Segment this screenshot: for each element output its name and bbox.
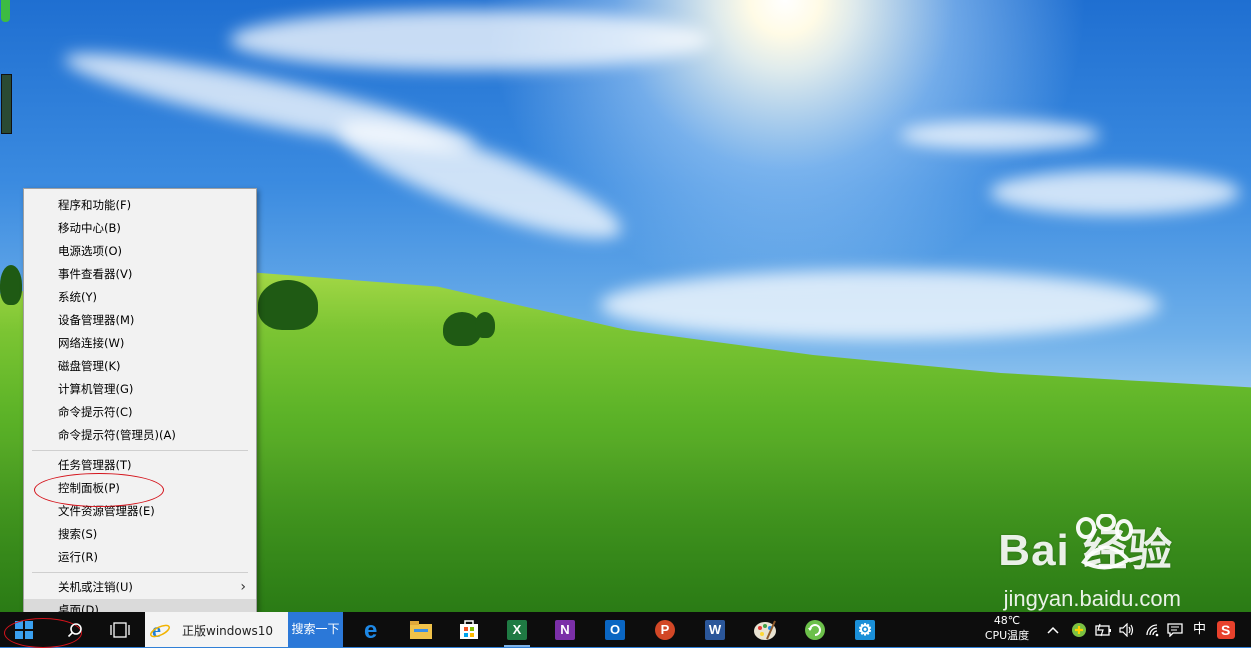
menu-item-run[interactable]: 运行(R): [24, 546, 256, 569]
tree: [475, 312, 495, 338]
cloud: [990, 170, 1240, 215]
menu-item-power-options[interactable]: 电源选项(O): [24, 240, 256, 263]
taskbar-store[interactable]: [450, 612, 488, 647]
taskbar-word[interactable]: W: [696, 612, 734, 647]
tree: [0, 265, 22, 305]
menu-item-event-viewer[interactable]: 事件查看器(V): [24, 263, 256, 286]
search-now-button[interactable]: 搜索一下: [288, 612, 343, 647]
svg-text:e: e: [364, 619, 377, 641]
cpu-temp-value: 48℃: [993, 614, 1021, 627]
menu-item-programs-features[interactable]: 程序和功能(F): [24, 194, 256, 217]
internet-explorer-icon: e: [150, 620, 170, 640]
store-icon: [460, 619, 478, 639]
menu-item-network-connections[interactable]: 网络连接(W): [24, 332, 256, 355]
taskbar-edge[interactable]: e: [355, 612, 393, 647]
paint-icon: [754, 620, 776, 640]
taskbar-ie-window[interactable]: e 正版windows10: [145, 612, 288, 647]
chevron-right-icon: ›: [240, 579, 246, 595]
cpu-temperature: 48℃ CPU温度: [977, 613, 1037, 643]
powerpoint-icon: P: [655, 619, 675, 640]
settings-icon: ⚙: [855, 619, 875, 640]
menu-item-search[interactable]: 搜索(S): [24, 523, 256, 546]
tray-360-icon[interactable]: [1071, 612, 1087, 647]
menu-item-command-prompt-admin[interactable]: 命令提示符(管理员)(A): [24, 424, 256, 447]
taskbar-outlook[interactable]: O: [596, 612, 634, 647]
cloud: [230, 10, 710, 70]
menu-separator: [32, 572, 248, 573]
taskbar-paint[interactable]: [746, 612, 784, 647]
menu-separator: [32, 450, 248, 451]
menu-item-computer-management[interactable]: 计算机管理(G): [24, 378, 256, 401]
menu-item-task-manager[interactable]: 任务管理器(T): [24, 454, 256, 477]
menu-item-label: 关机或注销(U): [58, 580, 133, 594]
tray-notification-icon[interactable]: [1167, 612, 1183, 647]
menu-item-control-panel[interactable]: 控制面板(P): [24, 477, 256, 500]
search-icon: [67, 622, 82, 637]
onenote-icon: N: [555, 619, 575, 640]
tray-volume-icon[interactable]: [1119, 612, 1135, 647]
taskbar-onenote[interactable]: N: [546, 612, 584, 647]
excel-icon: X: [507, 619, 527, 640]
tray-battery-icon[interactable]: [1095, 612, 1113, 647]
cloud: [600, 270, 1160, 340]
menu-item-command-prompt[interactable]: 命令提示符(C): [24, 401, 256, 424]
taskbar-settings[interactable]: ⚙: [846, 612, 884, 647]
cpu-temp-label: CPU温度: [984, 629, 1030, 642]
file-explorer-icon: [410, 620, 432, 639]
tray-ime-indicator[interactable]: 中: [1193, 612, 1206, 647]
edge-icon: e: [364, 619, 377, 641]
menu-item-device-manager[interactable]: 设备管理器(M): [24, 309, 256, 332]
taskbar-file-explorer[interactable]: [402, 612, 440, 647]
svg-text:S: S: [1221, 622, 1230, 638]
ie-window-title: 正版windows10: [182, 624, 274, 638]
windows-logo-icon: [15, 620, 33, 639]
baidu-watermark: Bai 经验 jingyan.baidu.com: [998, 514, 1181, 611]
menu-item-shutdown-signout[interactable]: 关机或注销(U) ›: [24, 576, 256, 599]
taskbar-excel[interactable]: X: [498, 612, 536, 647]
word-icon: W: [705, 619, 725, 640]
tray-overflow-chevron-icon[interactable]: [1047, 612, 1059, 647]
taskbar-refresh-app[interactable]: [796, 612, 834, 647]
tray-sogou-ime-icon[interactable]: S: [1217, 612, 1235, 647]
menu-item-system[interactable]: 系统(Y): [24, 286, 256, 309]
baidu-paw-icon: [1076, 514, 1134, 570]
menu-item-file-explorer[interactable]: 文件资源管理器(E): [24, 500, 256, 523]
refresh-app-icon: [805, 619, 825, 640]
cloud: [900, 120, 1100, 150]
tree: [258, 280, 318, 330]
start-button[interactable]: [0, 612, 48, 647]
task-view-icon: [110, 621, 130, 638]
taskbar-powerpoint[interactable]: P: [646, 612, 684, 647]
outlook-icon: O: [605, 619, 625, 640]
task-view-button[interactable]: [100, 612, 140, 647]
gauge-widget: [1, 74, 12, 134]
search-taskbar-button[interactable]: [55, 612, 95, 647]
menu-item-disk-management[interactable]: 磁盘管理(K): [24, 355, 256, 378]
watermark-url: jingyan.baidu.com: [1003, 586, 1181, 611]
menu-item-mobility-center[interactable]: 移动中心(B): [24, 217, 256, 240]
tray-wifi-icon[interactable]: [1145, 612, 1161, 647]
winx-context-menu: 程序和功能(F) 移动中心(B) 电源选项(O) 事件查看器(V) 系统(Y) …: [23, 188, 257, 624]
gauge-widget: [1, 0, 10, 22]
